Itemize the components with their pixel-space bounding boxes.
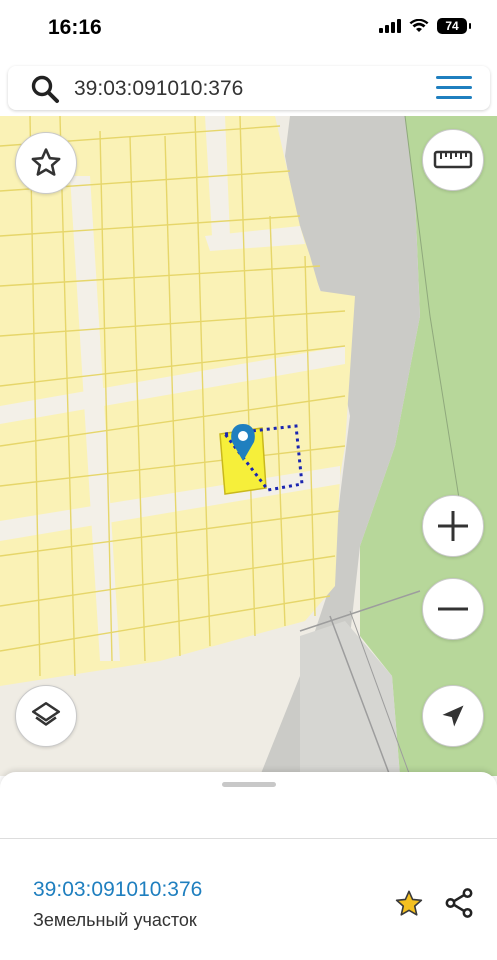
parcel-number-link[interactable]: 39:03:091010:376 (33, 878, 202, 902)
zoom-out-button[interactable] (422, 578, 484, 640)
zoom-in-icon (438, 511, 468, 541)
favorite-star-icon (395, 890, 423, 916)
map-canvas[interactable] (0, 116, 497, 776)
layers-icon (31, 701, 61, 726)
share-button[interactable] (442, 886, 476, 925)
ruler-icon (433, 150, 473, 169)
parcel-type-label: Земельный участок (33, 910, 197, 930)
sheet-handle[interactable] (222, 782, 276, 787)
zoom-out-icon (438, 607, 468, 611)
bottom-sheet[interactable]: 39:03:091010:376 Земельный участок (0, 772, 497, 960)
signal-icon (379, 19, 401, 33)
map-svg (0, 116, 497, 776)
favorite-button[interactable] (15, 132, 77, 194)
layers-button[interactable] (15, 685, 77, 747)
sheet-divider (0, 838, 497, 839)
search-bar (8, 66, 490, 110)
ruler-button[interactable] (422, 129, 484, 191)
favorite-star-icon (31, 148, 61, 176)
share-icon (445, 888, 473, 918)
search-icon[interactable] (30, 74, 60, 104)
menu-icon[interactable] (436, 76, 472, 100)
battery-icon: 74 (437, 18, 471, 34)
favorite-star-button[interactable] (393, 888, 425, 925)
status-icons: 74 (379, 18, 471, 34)
wifi-icon (409, 19, 429, 32)
zoom-in-button[interactable] (422, 495, 484, 557)
location-arrow-icon (442, 705, 464, 727)
locate-button[interactable] (422, 685, 484, 747)
status-time: 16:16 (48, 16, 102, 39)
status-bar: 16:16 74 (0, 0, 497, 58)
search-input[interactable] (72, 72, 416, 106)
